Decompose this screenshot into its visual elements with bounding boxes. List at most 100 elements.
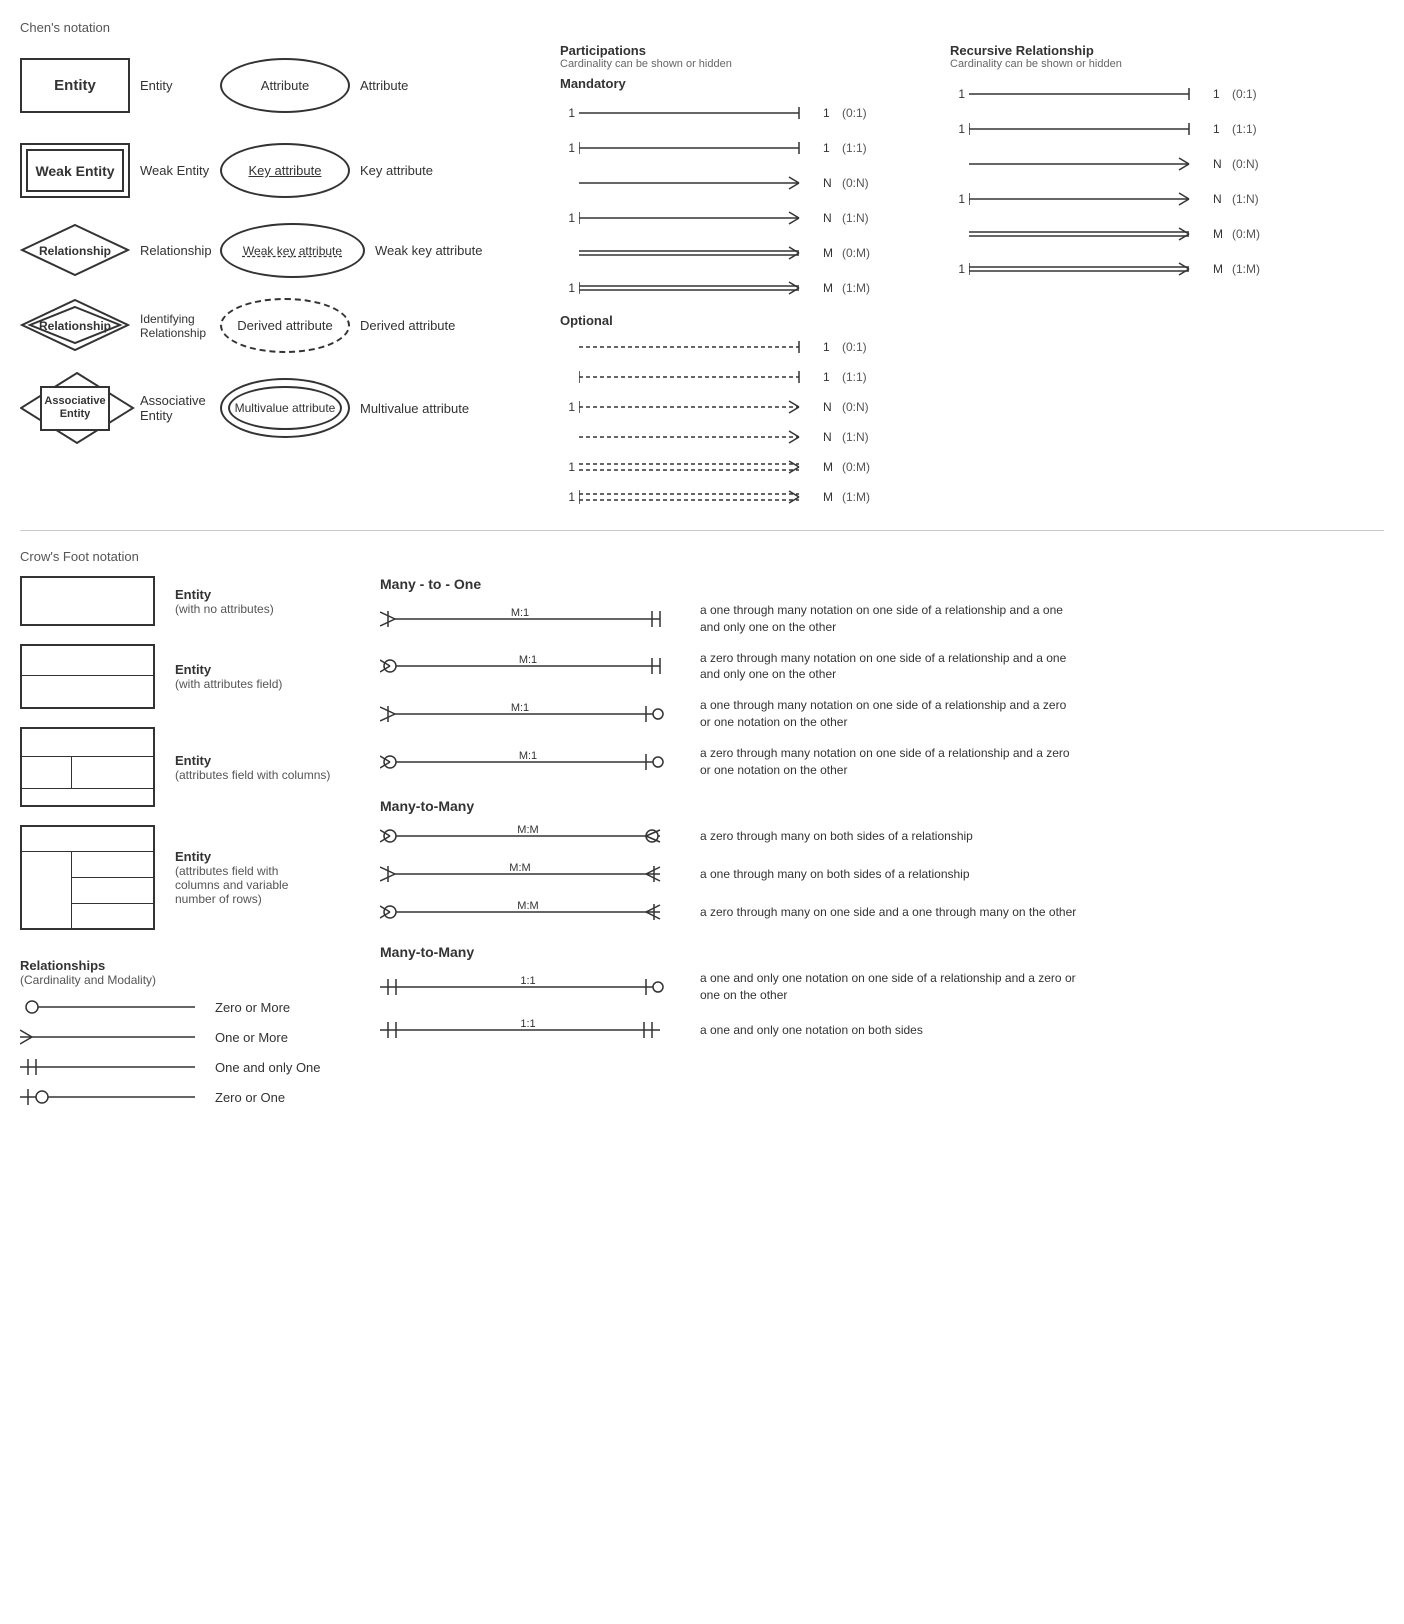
part-subtitle: Cardinality can be shown or hidden <box>560 58 930 70</box>
relationship-shape: Relationship <box>20 223 130 278</box>
rel-sublabel: (Cardinality and Modality) <box>20 973 360 987</box>
opt-left-2: 1 <box>560 400 575 414</box>
attribute-text: Attribute <box>360 78 408 93</box>
chen-attr-row-1: Key attribute Key attribute <box>220 128 550 213</box>
cf-entity-label-1: Entity (with attributes field) <box>175 662 282 691</box>
derived-shape: Derived attribute <box>220 298 350 353</box>
opt-line-3 <box>579 429 819 445</box>
opt-line-2 <box>579 399 819 415</box>
mand-notation-0: (0:1) <box>842 106 892 120</box>
cf-entity-label-0: Entity (with no attributes) <box>175 587 274 616</box>
identifying-text: Identifying Relationship <box>140 312 210 340</box>
multi-text: Multivalue attribute <box>360 401 469 416</box>
opt-right-2: N <box>823 400 838 414</box>
chen-row-relationship: Relationship Relationship <box>20 213 210 288</box>
part-mand-row-2: N (0:N) <box>560 165 930 200</box>
one-one-desc-0: a one and only one notation on one side … <box>700 970 1080 1004</box>
multi-label: Multivalue attribute <box>235 401 336 415</box>
m2m-line-2: M:M <box>380 900 680 924</box>
chens-top-layout: Entity Entity Weak Entity Weak Entity <box>20 43 1384 512</box>
mand-left-5: 1 <box>560 281 575 295</box>
many-to-many2-title: Many-to-Many <box>380 944 1384 960</box>
part-mand-row-3: 1 N (1:N) <box>560 200 930 235</box>
identifying-shape: Relationship <box>20 298 130 353</box>
m2o-desc-1: a zero through many notation on one side… <box>700 650 1080 684</box>
svg-text:M:1: M:1 <box>519 750 537 762</box>
mand-left-1: 1 <box>560 141 575 155</box>
mand-left-0: 1 <box>560 106 575 120</box>
m2o-line-3: M:1 <box>380 750 680 774</box>
rec-line-2 <box>969 156 1209 172</box>
rec-line-1 <box>969 121 1209 137</box>
chens-section-title: Chen's notation <box>20 20 1384 35</box>
mand-line-5 <box>579 280 819 296</box>
rec-row-1: 1 1 (1:1) <box>950 111 1290 146</box>
chen-row-identifying: Relationship Identifying Relationship <box>20 288 210 363</box>
rec-line-4 <box>969 226 1209 242</box>
cf-entity-simple <box>20 576 155 626</box>
entity-text: Entity <box>140 78 173 93</box>
one-only-symbol <box>20 1057 200 1077</box>
opt-left-5: 1 <box>560 490 575 504</box>
m2o-line-0: M:1 <box>380 607 680 631</box>
m2o-row-0: M:1 a one through many notation on one s… <box>380 602 1384 636</box>
cf-entity-attr-shape <box>20 644 155 709</box>
cf-entity-row-2: Entity (attributes field with columns) <box>20 727 360 807</box>
rel-sym-row-2: One and only One <box>20 1057 360 1077</box>
rel-sym-row-3: Zero or One <box>20 1087 360 1107</box>
m2o-row-1: M:1 a zero through many notation on one … <box>380 650 1384 684</box>
rel-label: Relationships <box>20 958 360 973</box>
m2m-line-0: M:M <box>380 824 680 848</box>
cf-entity-cols-shape <box>20 727 155 807</box>
one-one-row-0: 1:1 a one and only one notation on one s… <box>380 970 1384 1004</box>
opt-right-1: 1 <box>823 370 838 384</box>
one-or-more-symbol <box>20 1027 200 1047</box>
associative-shape: Associative Entity <box>20 371 130 446</box>
opt-notation-2: (0:N) <box>842 400 892 414</box>
mand-notation-1: (1:1) <box>842 141 892 155</box>
chen-attr-row-4: Multivalue attribute Multivalue attribut… <box>220 363 550 453</box>
weak-key-label: Weak key attribute <box>243 244 342 258</box>
rel-sym-label-3: Zero or One <box>215 1090 285 1105</box>
many-to-one-title: Many - to - One <box>380 576 1384 592</box>
mand-right-4: M <box>823 246 838 260</box>
mand-notation-2: (0:N) <box>842 176 892 190</box>
crows-section: Crow's Foot notation Entity (with no att… <box>20 549 1384 1117</box>
part-opt-row-4: 1 M (0:M) <box>560 452 930 482</box>
rec-row-2: N (0:N) <box>950 146 1290 181</box>
mand-notation-5: (1:M) <box>842 281 892 295</box>
opt-notation-5: (1:M) <box>842 490 892 504</box>
optional-label: Optional <box>560 313 930 328</box>
m2o-desc-0: a one through many notation on one side … <box>700 602 1080 636</box>
attribute-shape-label: Attribute <box>261 78 309 93</box>
opt-notation-0: (0:1) <box>842 340 892 354</box>
derived-label: Derived attribute <box>237 318 332 333</box>
part-mand-row-4: M (0:M) <box>560 235 930 270</box>
rec-line-5 <box>969 261 1209 277</box>
opt-notation-4: (0:M) <box>842 460 892 474</box>
cf-entity-label-3: Entity (attributes field with columns an… <box>175 849 325 906</box>
opt-right-3: N <box>823 430 838 444</box>
rec-row-5: 1 M (1:M) <box>950 251 1290 286</box>
rel-sym-row-1: One or More <box>20 1027 360 1047</box>
opt-line-5 <box>579 489 819 505</box>
rec-row-4: M (0:M) <box>950 216 1290 251</box>
cf-entity-row-3: Entity (attributes field with columns an… <box>20 825 360 930</box>
chen-attr-row-2: Weak key attribute Weak key attribute <box>220 213 550 288</box>
m2o-desc-3: a zero through many notation on one side… <box>700 745 1080 779</box>
rec-line-3 <box>969 191 1209 207</box>
cf-entity-var-shape <box>20 825 155 930</box>
opt-notation-3: (1:N) <box>842 430 892 444</box>
part-opt-row-3: N (1:N) <box>560 422 930 452</box>
weak-entity-text: Weak Entity <box>140 163 209 178</box>
mand-notation-4: (0:M) <box>842 246 892 260</box>
key-attr-shape-label: Key attribute <box>249 163 322 178</box>
zero-or-one-symbol <box>20 1087 200 1107</box>
mand-notation-3: (1:N) <box>842 211 892 225</box>
relationships-section: Relationships (Cardinality and Modality)… <box>20 958 360 1107</box>
cf-entity-row-0: Entity (with no attributes) <box>20 576 360 626</box>
svg-text:1:1: 1:1 <box>520 975 535 987</box>
mand-line-4 <box>579 245 819 261</box>
one-one-row-1: 1:1 a one and only one notation on both … <box>380 1018 1384 1042</box>
one-one-line-0: 1:1 <box>380 975 680 999</box>
